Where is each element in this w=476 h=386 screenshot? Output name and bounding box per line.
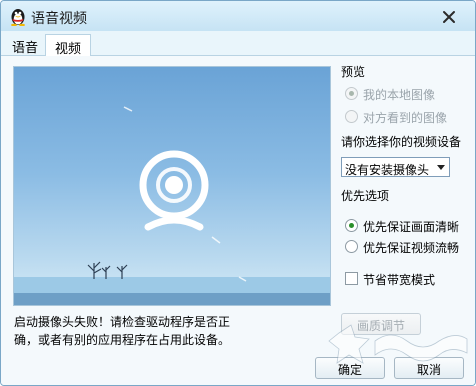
- webcam-icon: [139, 150, 209, 231]
- bandwidth-saving-label: 节省带宽模式: [363, 273, 436, 287]
- priority-quality-radio[interactable]: [345, 219, 358, 232]
- chevron-down-icon: [437, 165, 445, 170]
- close-icon[interactable]: [441, 9, 457, 25]
- cancel-button[interactable]: 取消: [394, 357, 464, 379]
- window-title: 语音视频: [31, 11, 87, 27]
- video-device-value: 没有安装摄像头: [345, 163, 430, 177]
- video-device-select[interactable]: 没有安装摄像头: [341, 157, 450, 177]
- qq-penguin-icon: [11, 9, 25, 26]
- video-preview: [13, 66, 331, 306]
- quality-adjust-button[interactable]: 画质调节: [341, 313, 421, 335]
- bandwidth-saving-checkbox[interactable]: [345, 272, 358, 285]
- preview-remote-radio[interactable]: [345, 110, 358, 123]
- video-settings-panel: 启动摄像头失败！请检查驱动程序是否正 确，或者有别的应用程序在占用此设备。 预览…: [1, 56, 475, 385]
- preview-heading: 预览: [341, 65, 366, 79]
- preview-local-label: 我的本地图像: [363, 88, 436, 102]
- preview-remote-label: 对方看到的图像: [363, 111, 448, 125]
- voice-video-window: 语音视频 语音 视频 启动摄像头失败！请检查驱动程序是否正 确，或者有别的应用程…: [0, 0, 476, 386]
- preview-local-radio[interactable]: [345, 87, 358, 100]
- tab-video[interactable]: 视频: [45, 34, 91, 58]
- tree-silhouettes: [87, 261, 128, 279]
- ok-button[interactable]: 确定: [315, 357, 385, 379]
- priority-smooth-radio[interactable]: [345, 240, 358, 253]
- camera-error-line-2: 确，或者有别的应用程序在占用此设备。: [14, 333, 231, 347]
- tab-bar: 语音 视频: [1, 32, 475, 58]
- priority-quality-label: 优先保证画面清晰: [363, 220, 460, 234]
- preview-wallpaper: [14, 106, 330, 305]
- priority-smooth-label: 优先保证视频流畅: [363, 241, 460, 255]
- device-heading: 请你选择你的视频设备: [341, 135, 462, 149]
- camera-error-line-1: 启动摄像头失败！请检查驱动程序是否正: [14, 315, 231, 329]
- title-bar[interactable]: 语音视频: [1, 1, 475, 31]
- tab-voice[interactable]: 语音: [7, 34, 43, 56]
- priority-heading: 优先选项: [341, 189, 390, 203]
